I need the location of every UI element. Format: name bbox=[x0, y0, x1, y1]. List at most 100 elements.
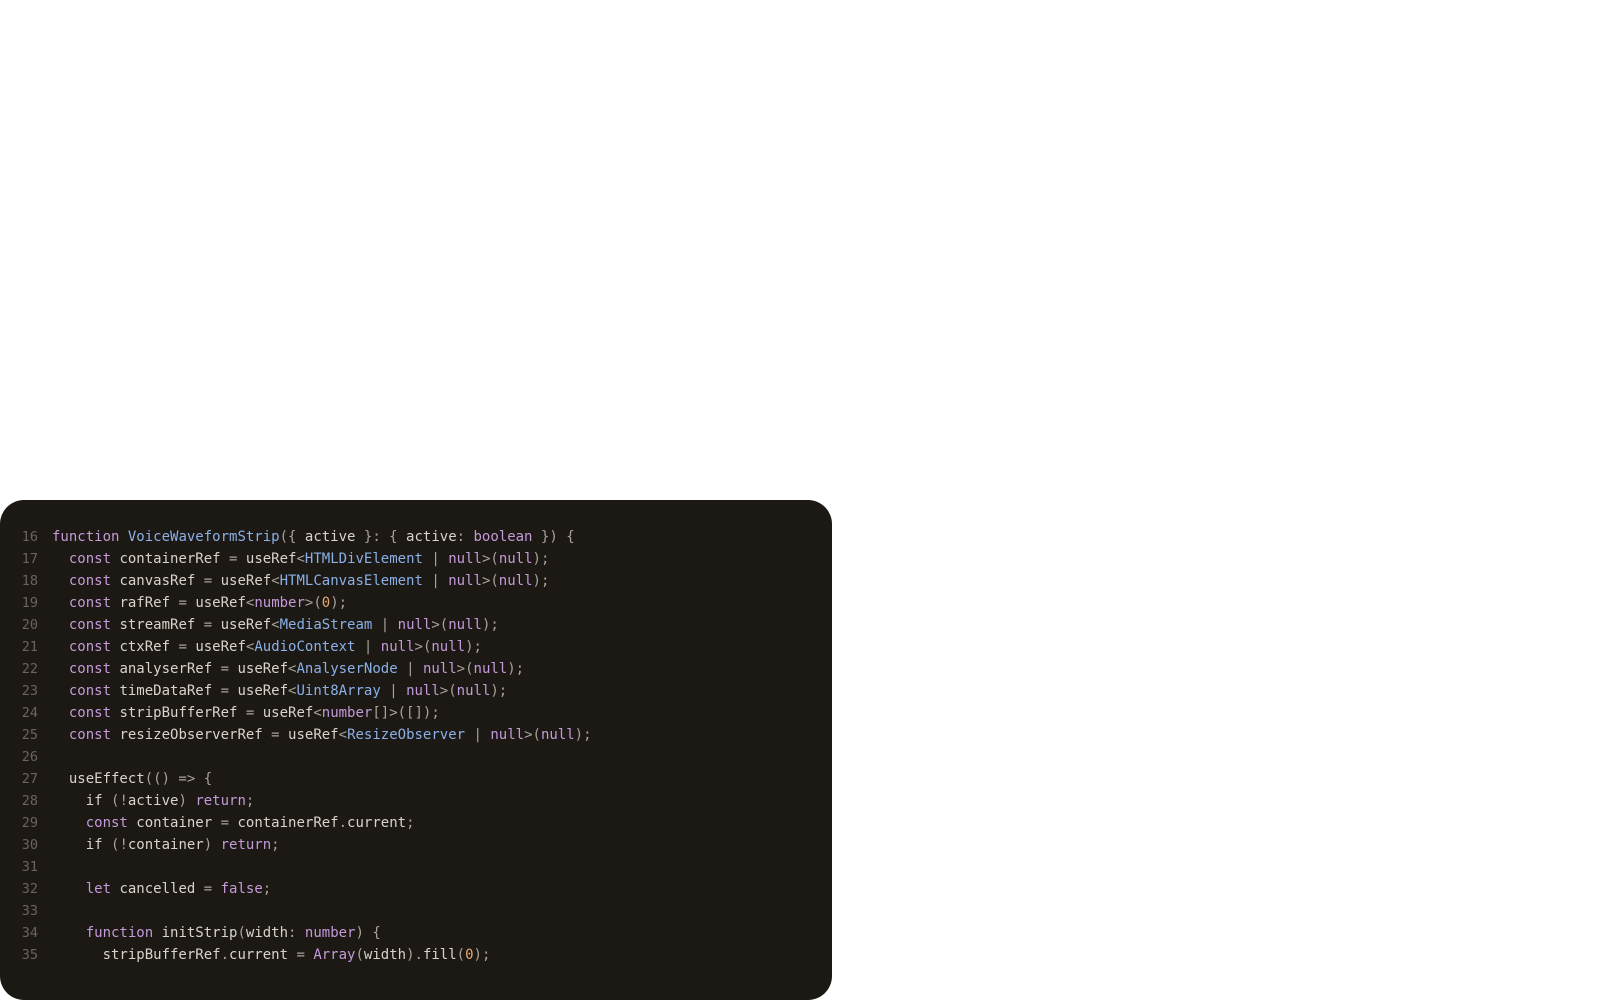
code-line[interactable]: 18 const canvasRef = useRef<HTMLCanvasEl… bbox=[0, 570, 832, 592]
line-number: 23 bbox=[21, 683, 38, 699]
code-token: containerRef bbox=[111, 551, 230, 567]
line-number: 18 bbox=[21, 573, 38, 589]
code-token: const bbox=[68, 705, 112, 721]
code-text: function initStrip(width: number) { bbox=[52, 922, 832, 944]
code-token: const bbox=[68, 551, 112, 567]
code-token: useRef bbox=[212, 617, 272, 633]
code-token: null bbox=[473, 661, 508, 677]
code-token: ; bbox=[406, 815, 415, 831]
code-token: null bbox=[448, 617, 482, 633]
code-token: ( bbox=[456, 947, 466, 963]
line-number: 27 bbox=[21, 771, 38, 787]
code-line[interactable]: 22 const analyserRef = useRef<AnalyserNo… bbox=[0, 658, 832, 680]
code-line[interactable]: 26 bbox=[0, 746, 832, 768]
code-token: ResizeObserver bbox=[347, 727, 466, 743]
code-token: | bbox=[372, 617, 398, 633]
code-line[interactable]: 20 const streamRef = useRef<MediaStream … bbox=[0, 614, 832, 636]
code-token: return bbox=[195, 793, 246, 809]
code-line[interactable]: 19 const rafRef = useRef<number>(0); bbox=[0, 592, 832, 614]
code-token: < bbox=[271, 617, 280, 633]
code-token: const bbox=[68, 683, 112, 699]
code-token: number bbox=[321, 705, 373, 721]
line-number: 19 bbox=[21, 595, 38, 611]
code-line[interactable]: 34 function initStrip(width: number) { bbox=[0, 922, 832, 944]
code-token: ); bbox=[330, 595, 348, 611]
code-token: number bbox=[304, 925, 356, 941]
code-token: ; bbox=[271, 837, 280, 853]
code-token: < bbox=[271, 573, 280, 589]
code-text: const stripBufferRef = useRef<number[]>(… bbox=[52, 702, 832, 724]
code-token: stripBufferRef bbox=[52, 947, 221, 963]
code-token: }) { bbox=[532, 529, 575, 545]
code-token: const bbox=[68, 661, 112, 677]
code-token: if bbox=[52, 793, 112, 809]
code-token: width bbox=[245, 925, 289, 941]
code-token: current bbox=[229, 947, 297, 963]
code-token: = bbox=[203, 881, 213, 897]
code-editor-panel[interactable]: 16 function VoiceWaveformStrip({ active }… bbox=[0, 500, 832, 1000]
code-token: useRef bbox=[237, 551, 297, 567]
code-token: current bbox=[347, 815, 407, 831]
code-token: >( bbox=[456, 661, 474, 677]
code-line[interactable]: 28 if (!active) return; bbox=[0, 790, 832, 812]
code-token: false bbox=[220, 881, 263, 897]
code-line[interactable]: 24 const stripBufferRef = useRef<number[… bbox=[0, 702, 832, 724]
code-token: []>([]); bbox=[372, 705, 440, 721]
code-line[interactable]: 23 const timeDataRef = useRef<Uint8Array… bbox=[0, 680, 832, 702]
code-text: const canvasRef = useRef<HTMLCanvasEleme… bbox=[52, 570, 832, 592]
line-number: 30 bbox=[21, 837, 38, 853]
code-line[interactable]: 30 if (!container) return; bbox=[0, 834, 832, 856]
code-token: (! bbox=[111, 837, 128, 853]
code-token: null bbox=[490, 727, 525, 743]
code-line[interactable]: 17 const containerRef = useRef<HTMLDivEl… bbox=[0, 548, 832, 570]
code-token: ). bbox=[406, 947, 423, 963]
code-line[interactable]: 25 const resizeObserverRef = useRef<Resi… bbox=[0, 724, 832, 746]
line-number: 16 bbox=[21, 529, 38, 545]
code-text: if (!container) return; bbox=[52, 834, 832, 856]
code-line[interactable]: 33 bbox=[0, 900, 832, 922]
line-number: 24 bbox=[21, 705, 38, 721]
line-number: 21 bbox=[21, 639, 38, 655]
code-token: null bbox=[448, 551, 482, 567]
code-token: return bbox=[220, 837, 272, 853]
code-token: ; bbox=[245, 793, 255, 809]
code-line[interactable]: 21 const ctxRef = useRef<AudioContext | … bbox=[0, 636, 832, 658]
code-token: ( bbox=[355, 947, 364, 963]
code-token: = bbox=[220, 815, 230, 831]
code-token: null bbox=[498, 573, 533, 589]
code-token: useRef bbox=[186, 639, 246, 655]
code-token: = bbox=[203, 617, 213, 633]
code-line[interactable]: 29 const container = containerRef.curren… bbox=[0, 812, 832, 834]
code-token: | bbox=[355, 639, 381, 655]
code-token: >( bbox=[481, 551, 499, 567]
code-token: ctxRef bbox=[111, 639, 179, 655]
code-token: timeDataRef bbox=[111, 683, 221, 699]
code-token: >( bbox=[439, 683, 457, 699]
code-token: | bbox=[397, 661, 423, 677]
code-token: const bbox=[68, 573, 112, 589]
code-token: null bbox=[431, 639, 466, 655]
code-token: analyserRef bbox=[111, 661, 221, 677]
code-token: cancelled bbox=[111, 881, 204, 897]
code-line[interactable]: 32 let cancelled = false; bbox=[0, 878, 832, 900]
code-token: boolean bbox=[473, 529, 533, 545]
code-token: = bbox=[178, 639, 187, 655]
line-number: 26 bbox=[21, 749, 38, 765]
code-token: null bbox=[540, 727, 575, 743]
code-line[interactable]: 31 bbox=[0, 856, 832, 878]
code-token: const bbox=[68, 617, 112, 633]
code-line[interactable]: 35 stripBufferRef.current = Array(width)… bbox=[0, 944, 832, 966]
code-text: const ctxRef = useRef<AudioContext | nul… bbox=[52, 636, 832, 658]
code-token: }: { bbox=[355, 529, 407, 545]
code-line[interactable]: 27 useEffect(() => { bbox=[0, 768, 832, 790]
code-text: const container = containerRef.current; bbox=[52, 812, 832, 834]
code-token: number bbox=[254, 595, 305, 611]
code-token: = bbox=[178, 595, 187, 611]
code-line[interactable]: 16 function VoiceWaveformStrip({ active }… bbox=[0, 526, 832, 548]
